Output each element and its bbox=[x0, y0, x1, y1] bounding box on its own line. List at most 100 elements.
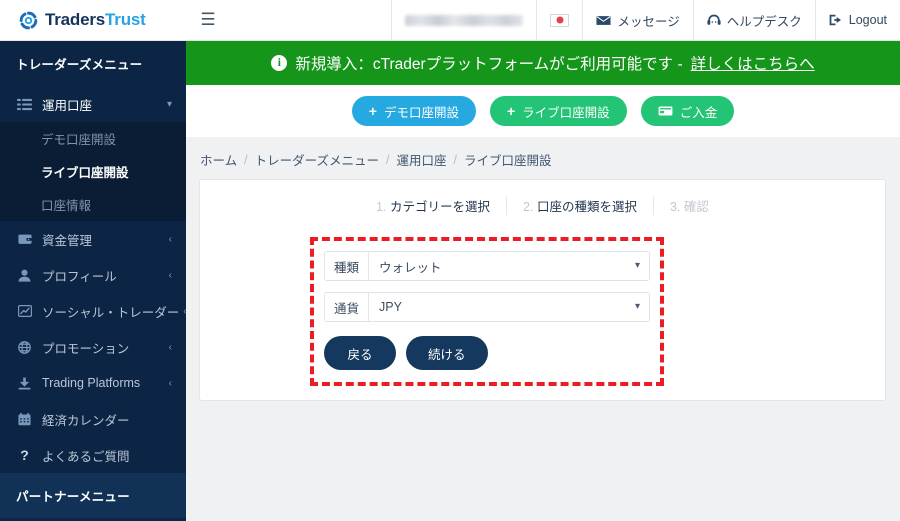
language-selector[interactable] bbox=[536, 0, 582, 41]
plus-icon: + bbox=[506, 103, 516, 119]
sidebar-subitem-live-account[interactable]: ライブ口座開設 bbox=[0, 155, 186, 188]
step-label: 口座の種類を選択 bbox=[536, 200, 637, 214]
notice-link[interactable]: 詳しくはこちらへ bbox=[691, 52, 815, 74]
brand-name: TradersTrust bbox=[45, 10, 146, 30]
sidebar-subitem-demo-account[interactable]: デモ口座開設 bbox=[0, 122, 186, 155]
sidebar-item-economic-calendar[interactable]: 経済カレンダー bbox=[0, 401, 186, 437]
breadcrumb-item-traders-menu[interactable]: トレーダーズメニュー bbox=[255, 150, 379, 169]
download-icon bbox=[16, 376, 33, 390]
breadcrumb-item-accounts[interactable]: 運用口座 bbox=[397, 150, 447, 169]
chevron-left-icon: ‹ bbox=[168, 341, 172, 353]
sidebar-item-label: プロモーション bbox=[42, 341, 130, 356]
notice-text: 新規導入：cTraderプラットフォームがご利用可能です - bbox=[295, 56, 683, 73]
back-button[interactable]: 戻る bbox=[324, 336, 396, 370]
open-live-account-button[interactable]: + ライブ口座開設 bbox=[489, 96, 627, 126]
currency-field: 通貨 JPY ▾ bbox=[324, 292, 650, 322]
question-mark-icon: ? bbox=[20, 447, 29, 463]
calendar-icon bbox=[16, 412, 33, 426]
chevron-down-icon: ▾ bbox=[634, 259, 640, 271]
partner-menu-title: パートナーメニュー bbox=[0, 473, 186, 518]
account-type-label: 種類 bbox=[325, 252, 370, 280]
continue-button[interactable]: 続ける bbox=[406, 336, 488, 370]
account-type-select[interactable]: ウォレット ▾ bbox=[369, 252, 649, 280]
circular-arrows-icon bbox=[18, 10, 39, 31]
chevron-down-icon: ▾ bbox=[166, 98, 172, 110]
breadcrumb-separator: / bbox=[386, 152, 390, 167]
wizard-card: 1. カテゴリーを選択 2. 口座の種類を選択 3. 確認 種類 ウォレット ▾… bbox=[199, 179, 886, 401]
chevron-left-icon: ‹ bbox=[168, 269, 172, 281]
traders-menu-title: トレーダーズメニュー bbox=[0, 41, 186, 86]
breadcrumb-item-live-account: ライブ口座開設 bbox=[464, 154, 552, 168]
currency-select[interactable]: JPY ▾ bbox=[369, 293, 649, 321]
sidebar-item-faq[interactable]: ? よくあるご質問 bbox=[0, 437, 186, 473]
breadcrumb-separator: / bbox=[244, 152, 248, 167]
sidebar-item-social-trader[interactable]: ソーシャル・トレーダー ‹ bbox=[0, 293, 186, 329]
plus-icon: + bbox=[368, 103, 377, 119]
sidebar-item-profile[interactable]: プロフィール ‹ bbox=[0, 257, 186, 293]
step-label: カテゴリーを選択 bbox=[390, 200, 491, 214]
user-account-label[interactable] bbox=[391, 0, 536, 41]
sidebar-item-label: プロフィール bbox=[42, 269, 117, 284]
cta-label: デモ口座開設 bbox=[383, 105, 459, 120]
wizard-steps: 1. カテゴリーを選択 2. 口座の種類を選択 3. 確認 bbox=[200, 180, 885, 215]
envelope-icon bbox=[596, 15, 612, 26]
sidebar-item-trading-platforms[interactable]: Trading Platforms ‹ bbox=[0, 365, 186, 401]
sidebar: TradersTrust トレーダーズメニュー 運用口座 ▾ デモ口座開設 ライ… bbox=[0, 0, 186, 521]
sidebar-item-label: ソーシャル・トレーダー bbox=[42, 305, 180, 320]
sidebar-item-promotion[interactable]: プロモーション ‹ bbox=[0, 329, 186, 365]
promo-notice-banner: i 新規導入：cTraderプラットフォームがご利用可能です - 詳しくはこちら… bbox=[186, 41, 900, 85]
app-root: TradersTrust トレーダーズメニュー 運用口座 ▾ デモ口座開設 ライ… bbox=[0, 0, 900, 521]
open-demo-account-button[interactable]: + デモ口座開設 bbox=[351, 96, 476, 126]
helpdesk-label: ヘルプデスク bbox=[726, 14, 802, 29]
hamburger-icon[interactable]: ☰ bbox=[186, 0, 230, 41]
account-type-field: 種類 ウォレット ▾ bbox=[324, 251, 650, 281]
breadcrumb-item-home[interactable]: ホーム bbox=[200, 150, 237, 169]
wizard-step-3: 3. 確認 bbox=[652, 196, 725, 215]
sidebar-item-label: よくあるご質問 bbox=[42, 449, 130, 464]
sidebar-submenu-accounts: デモ口座開設 ライブ口座開設 口座情報 bbox=[0, 122, 186, 221]
wizard-step-1[interactable]: 1. カテゴリーを選択 bbox=[360, 196, 506, 215]
highlighted-form-region: 種類 ウォレット ▾ 通貨 JPY ▾ 戻る 続ける bbox=[310, 237, 664, 386]
credit-card-icon bbox=[658, 106, 673, 116]
deposit-button[interactable]: ご入金 bbox=[640, 96, 735, 126]
messages-link[interactable]: メッセージ bbox=[582, 0, 692, 41]
sidebar-item-label: Trading Platforms bbox=[42, 376, 141, 390]
globe-icon bbox=[16, 340, 33, 354]
info-icon: i bbox=[271, 55, 288, 71]
sidebar-subitem-account-info[interactable]: 口座情報 bbox=[0, 188, 186, 221]
step-number: 2. bbox=[523, 200, 534, 214]
chevron-left-icon: ‹ bbox=[168, 377, 172, 389]
brand-name-part1: Traders bbox=[45, 10, 106, 29]
cta-label: ご入金 bbox=[679, 105, 718, 120]
main-content: i 新規導入：cTraderプラットフォームがご利用可能です - 詳しくはこちら… bbox=[186, 41, 900, 521]
step-label: 確認 bbox=[683, 200, 709, 214]
breadcrumb-separator: / bbox=[453, 152, 457, 167]
currency-value: JPY bbox=[379, 300, 402, 314]
chevron-down-icon: ▾ bbox=[634, 300, 640, 312]
breadcrumb: ホーム / トレーダーズメニュー / 運用口座 / ライブ口座開設 bbox=[186, 137, 900, 179]
sign-out-icon bbox=[829, 14, 843, 26]
brand-logo[interactable]: TradersTrust bbox=[0, 0, 186, 41]
cta-label: ライブ口座開設 bbox=[522, 105, 610, 120]
headset-icon bbox=[707, 14, 721, 27]
currency-label: 通貨 bbox=[325, 293, 370, 321]
brand-name-part2: Trust bbox=[105, 10, 146, 29]
sidebar-item-label: 運用口座 bbox=[42, 98, 93, 113]
step-number: 3. bbox=[669, 200, 681, 214]
messages-label: メッセージ bbox=[617, 14, 680, 29]
sidebar-item-label: 経済カレンダー bbox=[42, 413, 130, 428]
helpdesk-link[interactable]: ヘルプデスク bbox=[692, 0, 815, 41]
sidebar-item-accounts[interactable]: 運用口座 ▾ bbox=[0, 86, 186, 122]
sidebar-item-funds[interactable]: 資金管理 ‹ bbox=[0, 221, 186, 257]
account-type-value: ウォレット bbox=[379, 260, 442, 275]
sidebar-item-label: 資金管理 bbox=[42, 233, 93, 248]
logout-link[interactable]: Logout bbox=[814, 0, 900, 41]
step-number: 1. bbox=[376, 200, 387, 214]
top-header: ☰ メッセージ ヘルプデスク Logout bbox=[186, 0, 900, 41]
user-icon bbox=[16, 268, 33, 282]
wizard-step-2[interactable]: 2. 口座の種類を選択 bbox=[506, 196, 653, 215]
cta-button-row: + デモ口座開設 + ライブ口座開設 ご入金 bbox=[186, 85, 900, 137]
list-icon bbox=[16, 97, 33, 111]
chart-line-icon bbox=[16, 304, 33, 318]
username-redacted bbox=[405, 14, 524, 26]
